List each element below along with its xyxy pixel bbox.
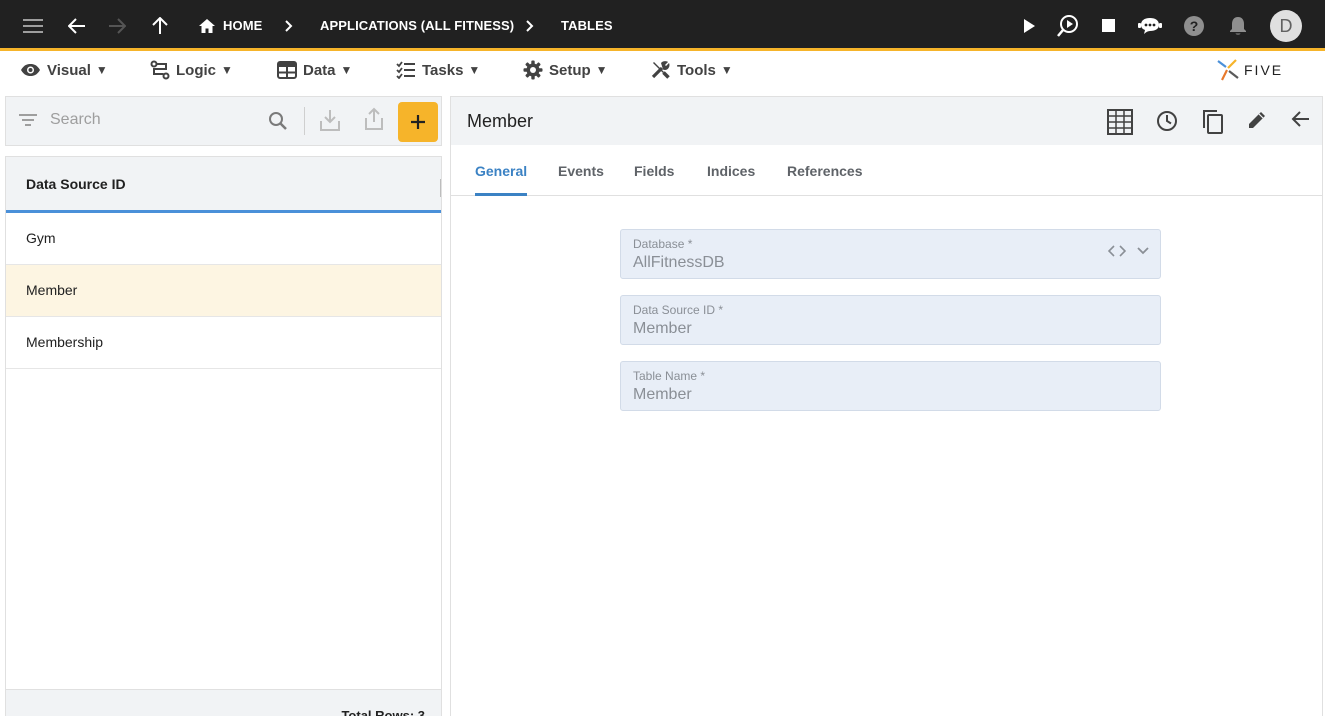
hamburger-menu-icon[interactable] <box>18 0 48 51</box>
five-logo: FIVE <box>1216 56 1283 84</box>
top-bar: HOME APPLICATIONS (ALL FITNESS) TABLES ?… <box>0 0 1325 51</box>
column-header-label: Data Source ID <box>26 176 126 192</box>
chevron-down-icon[interactable] <box>1136 246 1150 256</box>
breadcrumb-home[interactable]: HOME <box>198 0 262 51</box>
toolbar-divider <box>304 107 305 135</box>
data-source-id-field-value: Member <box>633 320 692 337</box>
upload-icon[interactable] <box>363 107 385 131</box>
caret-down-icon: ▼ <box>595 63 608 77</box>
database-field-value: AllFitnessDB <box>633 254 725 271</box>
caret-down-icon: ▼ <box>221 63 233 77</box>
edit-pencil-icon[interactable] <box>1246 109 1268 131</box>
menu-setup-label: Setup <box>549 61 591 79</box>
back-arrow-icon[interactable] <box>1291 109 1311 129</box>
five-logo-mark-icon <box>1217 59 1239 81</box>
table-name-field-label: Table Name * <box>633 369 706 383</box>
list-item-selected[interactable]: Member <box>6 265 441 317</box>
record-list: Data Source ID Gym Member Membership Tot… <box>5 156 442 716</box>
logo-text: FIVE <box>1244 62 1284 78</box>
gear-icon <box>523 60 543 80</box>
menu-tasks-label: Tasks <box>422 61 464 79</box>
tab-general[interactable]: General <box>475 145 527 196</box>
caret-down-icon: ▼ <box>720 63 733 77</box>
notification-bell-icon[interactable] <box>1227 0 1249 51</box>
download-icon[interactable] <box>319 108 341 132</box>
chat-icon[interactable] <box>1137 0 1163 51</box>
breadcrumb-app[interactable]: APPLICATIONS (ALL FITNESS) <box>320 0 514 51</box>
caret-down-icon: ▼ <box>95 63 108 77</box>
grid-view-icon[interactable] <box>1107 109 1133 135</box>
tasks-icon <box>396 61 415 79</box>
detail-header: Member <box>451 97 1322 145</box>
eye-icon <box>21 64 40 76</box>
database-field[interactable]: Database * AllFitnessDB <box>620 229 1161 279</box>
total-rows-label: Total Rows: 3 <box>341 708 425 716</box>
plus-icon <box>411 115 425 129</box>
stop-icon[interactable] <box>1098 0 1118 51</box>
table-icon <box>277 61 297 79</box>
detail-tabs: General Events Fields Indices References <box>451 145 1322 196</box>
list-item-label: Gym <box>26 230 56 246</box>
list-item-label: Member <box>26 282 78 298</box>
database-field-actions <box>1108 245 1150 257</box>
tools-icon <box>651 61 670 79</box>
data-source-id-field[interactable]: Data Source ID * Member <box>620 295 1161 345</box>
menu-tools-label: Tools <box>677 61 716 79</box>
data-source-id-field-label: Data Source ID * <box>633 303 724 317</box>
help-icon[interactable]: ? <box>1182 0 1206 51</box>
column-resize-handle[interactable] <box>440 179 441 197</box>
list-toolbar: Search <box>5 96 442 146</box>
svg-text:?: ? <box>1190 18 1199 34</box>
play-icon[interactable] <box>1018 0 1040 51</box>
detail-panel: Member General Events Fields Indices Ref… <box>450 96 1323 716</box>
menu-tools[interactable]: Tools ▼ <box>651 54 733 86</box>
menu-logic-label: Logic <box>176 61 216 79</box>
forward-arrow-icon[interactable] <box>104 0 130 51</box>
list-footer: Total Rows: 3 <box>6 689 441 716</box>
table-name-field-value: Member <box>633 386 692 403</box>
menu-visual[interactable]: Visual ▼ <box>20 54 108 86</box>
list-item[interactable]: Membership <box>6 317 441 369</box>
add-record-button[interactable] <box>398 102 438 142</box>
home-icon <box>199 18 215 33</box>
logic-icon <box>150 60 170 80</box>
database-field-label: Database * <box>633 237 693 251</box>
history-clock-icon[interactable] <box>1155 109 1179 133</box>
page-title: Member <box>467 111 534 131</box>
back-arrow-icon[interactable] <box>64 0 90 51</box>
breadcrumb-tables-label: TABLES <box>561 18 613 33</box>
table-name-field[interactable]: Table Name * Member <box>620 361 1161 411</box>
up-arrow-icon[interactable] <box>148 0 172 51</box>
filter-icon[interactable] <box>18 111 38 127</box>
chevron-right-icon <box>526 0 534 51</box>
copy-icon[interactable] <box>1201 109 1225 135</box>
list-item[interactable]: Gym <box>6 213 441 265</box>
tab-events[interactable]: Events <box>558 145 604 196</box>
menu-setup[interactable]: Setup ▼ <box>523 54 608 86</box>
breadcrumb-app-label: APPLICATIONS (ALL FITNESS) <box>320 18 515 33</box>
menu-visual-label: Visual <box>47 61 91 79</box>
search-input[interactable]: Search <box>50 111 101 129</box>
breadcrumb-tables[interactable]: TABLES <box>561 0 613 51</box>
menu-logic[interactable]: Logic ▼ <box>150 54 233 86</box>
chevron-right-icon <box>285 0 293 51</box>
tab-indices[interactable]: Indices <box>707 145 755 196</box>
code-icon[interactable] <box>1108 245 1126 257</box>
tab-fields[interactable]: Fields <box>634 145 674 196</box>
breadcrumb-home-label: HOME <box>223 18 263 33</box>
menu-data-label: Data <box>303 61 336 79</box>
menu-data[interactable]: Data ▼ <box>277 54 352 86</box>
active-tab-indicator <box>475 193 527 196</box>
debug-run-icon[interactable] <box>1055 0 1081 51</box>
search-icon[interactable] <box>267 110 289 132</box>
caret-down-icon: ▼ <box>340 63 353 77</box>
main-menu-bar: Visual ▼ Logic ▼ Data ▼ Tasks ▼ Setup ▼ … <box>0 54 1325 88</box>
user-avatar[interactable]: D <box>1270 10 1302 42</box>
caret-down-icon: ▼ <box>468 63 481 77</box>
list-item-label: Membership <box>26 334 104 350</box>
tab-references[interactable]: References <box>787 145 863 196</box>
menu-tasks[interactable]: Tasks ▼ <box>396 54 480 86</box>
list-column-header[interactable]: Data Source ID <box>6 157 441 213</box>
